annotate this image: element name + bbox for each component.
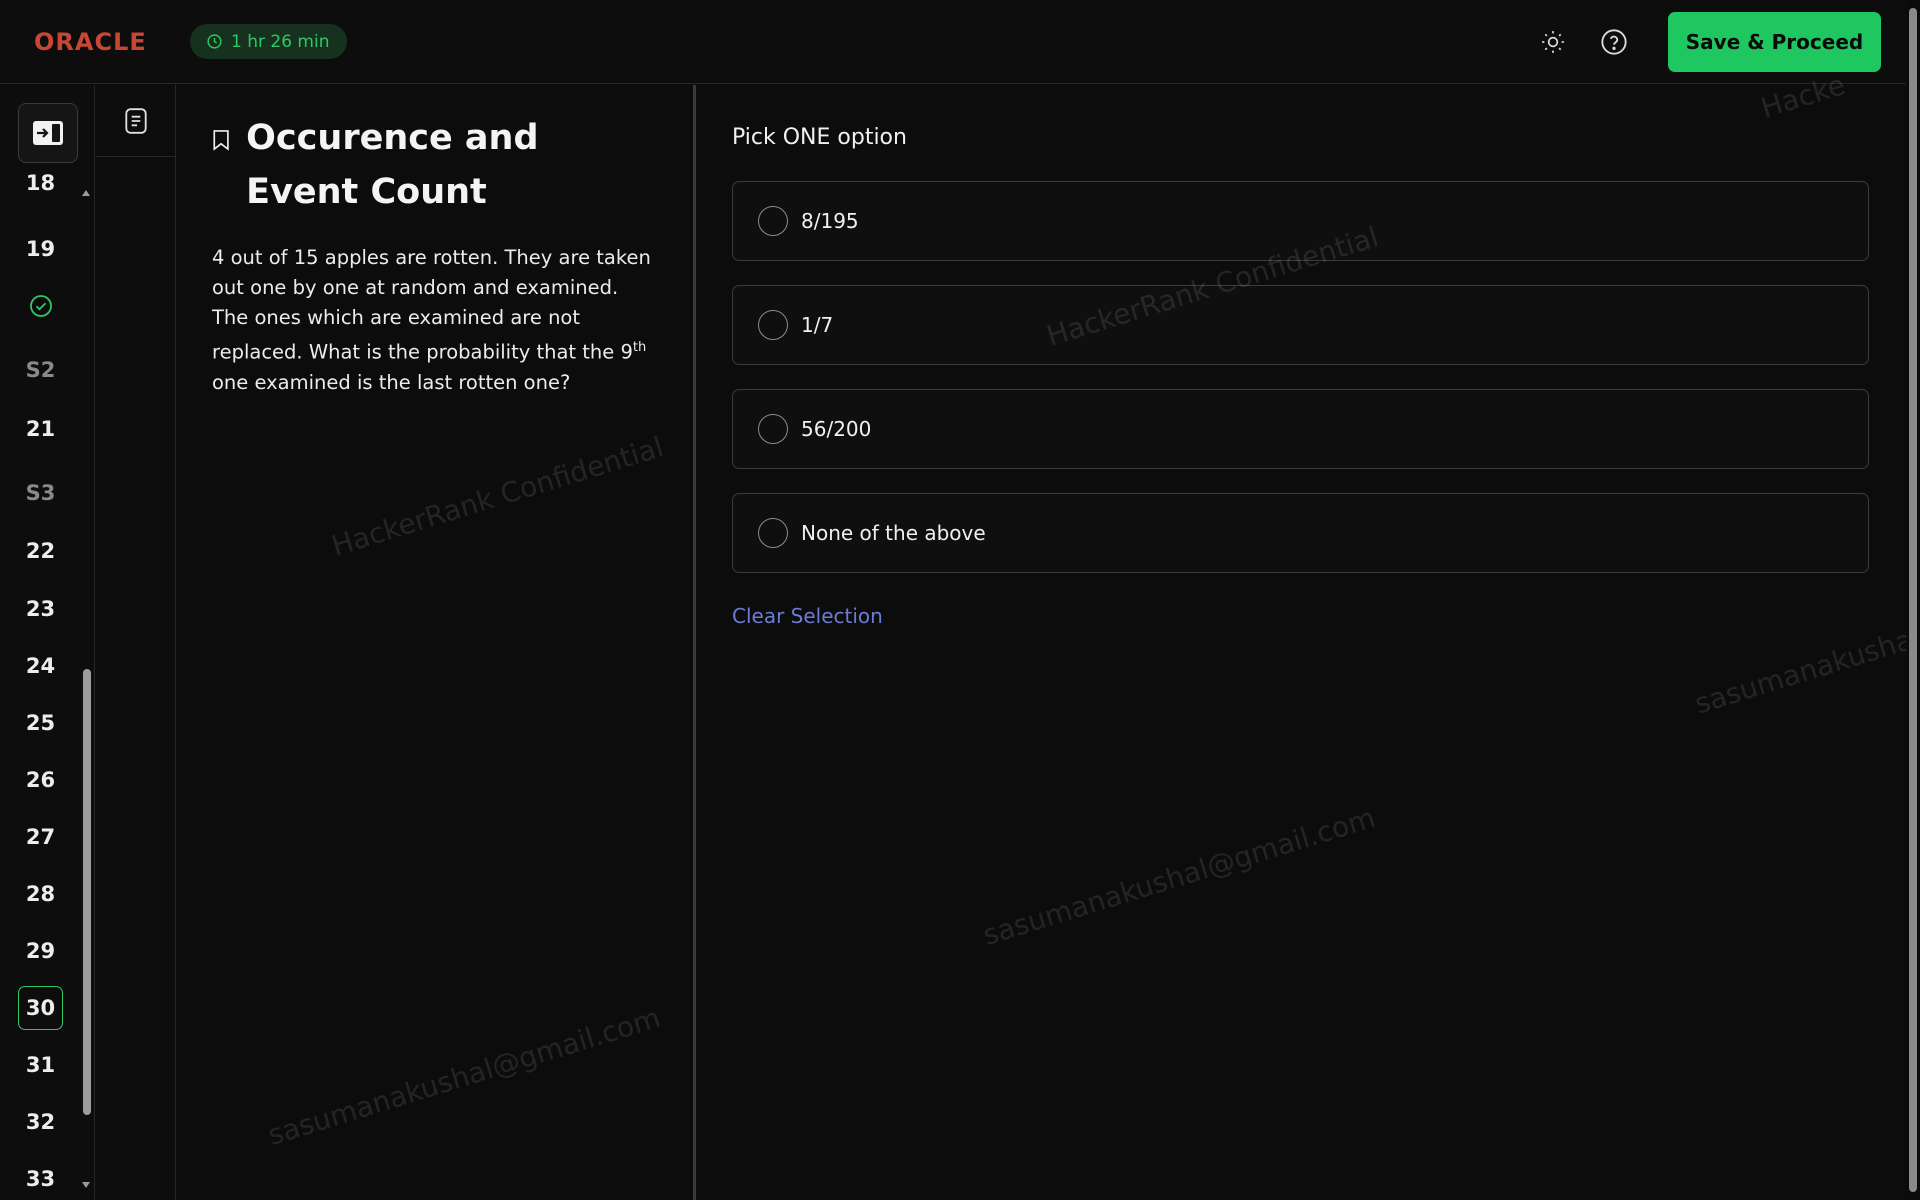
question-panel: Occurence and Event Count 4 out of 15 ap… <box>177 85 693 1200</box>
answer-panel: Pick ONE option 8/195 1/7 56/200 None of… <box>732 85 1870 1200</box>
timer-text: 1 hr 26 min <box>231 31 330 52</box>
option-label: 1/7 <box>801 313 834 337</box>
nav-item-answered[interactable] <box>18 284 63 328</box>
assessment-app: ORACLE 1 hr 26 min Save & Proceed 18 19 … <box>0 0 1920 1200</box>
nav-section-s2[interactable]: S2 <box>18 348 63 392</box>
question-text-end: one examined is the last rotten one? <box>212 370 571 394</box>
option-4[interactable]: None of the above <box>732 493 1869 573</box>
question-header: Occurence and Event Count <box>212 111 659 219</box>
clear-selection-link[interactable]: Clear Selection <box>732 604 883 628</box>
option-1[interactable]: 8/195 <box>732 181 1869 261</box>
option-2[interactable]: 1/7 <box>732 285 1869 365</box>
expand-panel-icon[interactable] <box>18 103 78 163</box>
radio-button[interactable] <box>758 310 788 340</box>
question-text-superscript: th <box>632 340 647 355</box>
help-circle-icon[interactable] <box>1599 27 1629 57</box>
check-circle-icon <box>29 295 52 317</box>
nav-item-28[interactable]: 28 <box>18 872 63 916</box>
nav-item-26[interactable]: 26 <box>18 758 63 802</box>
timer-badge: 1 hr 26 min <box>190 24 348 59</box>
panel-divider[interactable] <box>693 85 696 1200</box>
nav-scrollbar-thumb[interactable] <box>83 669 91 1115</box>
top-bar: ORACLE 1 hr 26 min Save & Proceed <box>0 0 1906 84</box>
nav-item-31[interactable]: 31 <box>18 1043 63 1087</box>
nav-section-s3[interactable]: S3 <box>18 471 63 515</box>
save-and-proceed-button[interactable]: Save & Proceed <box>1668 12 1881 72</box>
clock-icon <box>207 34 222 49</box>
answer-prompt: Pick ONE option <box>732 125 907 150</box>
nav-item-29[interactable]: 29 <box>18 929 63 973</box>
nav-item-22[interactable]: 22 <box>18 529 63 573</box>
option-label: 8/195 <box>801 209 859 233</box>
option-3[interactable]: 56/200 <box>732 389 1869 469</box>
nav-item-21[interactable]: 21 <box>18 407 63 451</box>
sun-icon[interactable] <box>1538 27 1568 57</box>
oracle-logo: ORACLE <box>34 28 147 56</box>
nav-item-32[interactable]: 32 <box>18 1100 63 1144</box>
option-label: 56/200 <box>801 417 872 441</box>
question-text: 4 out of 15 apples are rotten. They are … <box>212 243 659 398</box>
window-scrollbar-thumb[interactable] <box>1909 8 1917 1192</box>
radio-button[interactable] <box>758 414 788 444</box>
radio-button[interactable] <box>758 518 788 548</box>
nav-item-30-current[interactable]: 30 <box>18 986 63 1030</box>
nav-item-33[interactable]: 33 <box>18 1157 63 1200</box>
nav-item-19[interactable]: 19 <box>18 227 63 271</box>
question-navigator: 18 19 S2 21 S3 22 23 24 25 26 27 28 29 3… <box>0 85 95 1200</box>
question-text-main: 4 out of 15 apples are rotten. They are … <box>212 246 651 364</box>
radio-button[interactable] <box>758 206 788 236</box>
nav-item-18[interactable]: 18 <box>18 171 63 205</box>
question-title: Occurence and Event Count <box>246 118 539 212</box>
notes-icon[interactable] <box>96 85 175 157</box>
option-label: None of the above <box>801 521 986 545</box>
scroll-up-arrow-icon[interactable] <box>81 189 91 197</box>
bookmark-icon[interactable] <box>212 125 230 155</box>
nav-item-25[interactable]: 25 <box>18 701 63 745</box>
nav-item-23[interactable]: 23 <box>18 587 63 631</box>
secondary-toolbar <box>96 85 176 1200</box>
scroll-down-arrow-icon[interactable] <box>81 1181 91 1189</box>
nav-item-24[interactable]: 24 <box>18 644 63 688</box>
nav-item-27[interactable]: 27 <box>18 815 63 859</box>
